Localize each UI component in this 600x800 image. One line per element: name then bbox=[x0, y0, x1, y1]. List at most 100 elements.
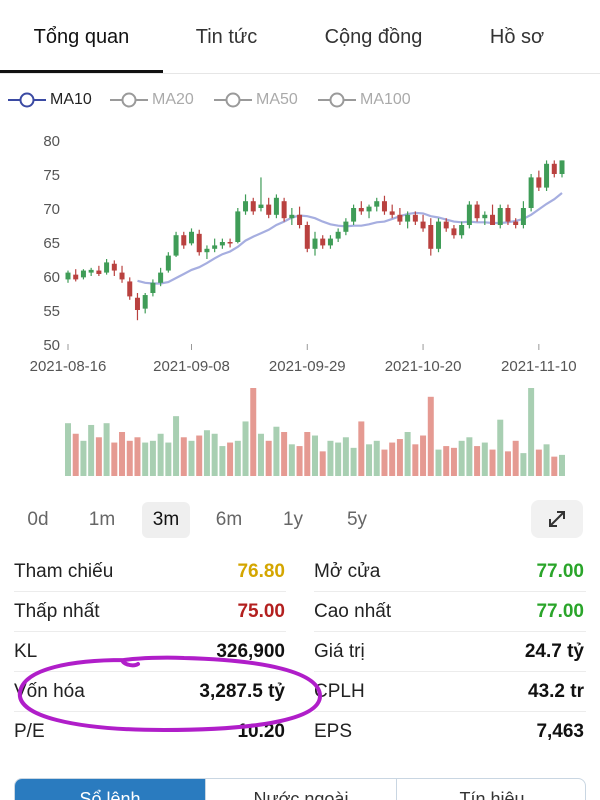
tab-tin-tuc[interactable]: Tin tức bbox=[163, 26, 290, 49]
candle bbox=[304, 221, 310, 253]
candle-body bbox=[212, 245, 218, 249]
stat-value-tham-chieu: 76.80 bbox=[237, 561, 285, 582]
tab-tong-quan[interactable]: Tổng quan bbox=[0, 26, 163, 49]
candle bbox=[258, 177, 264, 212]
volume-series bbox=[65, 388, 565, 476]
candle bbox=[366, 204, 372, 219]
candle-body bbox=[165, 255, 171, 271]
range-0d[interactable]: 0d bbox=[14, 502, 62, 538]
x-tick-label: 2021-10-20 bbox=[385, 358, 462, 375]
stat-label: Tham chiếu bbox=[14, 561, 114, 582]
candle-body bbox=[366, 206, 372, 212]
y-tick-label: 50 bbox=[43, 337, 60, 354]
ma20-label: MA20 bbox=[152, 91, 194, 108]
candle bbox=[451, 225, 457, 239]
stat-value-gia-tri: 24.7 tỷ bbox=[524, 641, 584, 662]
candle bbox=[204, 245, 210, 259]
volume-bar bbox=[350, 447, 357, 476]
volume-bar bbox=[219, 446, 226, 476]
candle bbox=[343, 218, 349, 236]
candle-body bbox=[520, 208, 526, 225]
active-tab-indicator bbox=[0, 70, 163, 73]
range-3m[interactable]: 3m bbox=[142, 502, 190, 538]
volume-bar bbox=[95, 437, 102, 476]
candle bbox=[528, 174, 534, 212]
x-tick-label: 2021-08-16 bbox=[30, 358, 107, 375]
candle-body bbox=[528, 177, 534, 208]
candle-body bbox=[559, 160, 565, 174]
tab-so-lenh[interactable]: Sổ lệnh bbox=[15, 779, 205, 800]
candle bbox=[559, 160, 565, 178]
stats-row: Tham chiếu 76.80 Mở cửa 77.00 bbox=[0, 552, 600, 592]
stat-value-cao-nhat: 77.00 bbox=[536, 601, 584, 622]
tab-ho-so[interactable]: Hồ sơ bbox=[457, 26, 577, 49]
candle bbox=[127, 277, 133, 300]
y-tick-label: 65 bbox=[43, 235, 60, 252]
candle-body bbox=[443, 221, 449, 229]
ma20-toggle[interactable]: MA20 bbox=[110, 86, 194, 114]
tab-tin-hieu[interactable]: Tín hiệu bbox=[397, 779, 585, 800]
ma50-toggle[interactable]: MA50 bbox=[214, 86, 298, 114]
candle-body bbox=[536, 177, 542, 188]
volume-bar bbox=[203, 430, 210, 476]
tab-cong-dong[interactable]: Cộng đồng bbox=[290, 26, 457, 49]
range-5y[interactable]: 5y bbox=[333, 502, 381, 538]
ma10-toggle[interactable]: MA10 bbox=[8, 86, 92, 114]
volume-bar bbox=[281, 432, 288, 476]
y-tick-label: 55 bbox=[43, 303, 60, 320]
candle bbox=[150, 279, 156, 297]
x-tick-label: 2021-11-10 bbox=[501, 358, 577, 375]
price-chart[interactable]: 50556065707580 2021-08-16 2021-09-08 2021-… bbox=[0, 120, 600, 492]
candle-body bbox=[235, 211, 241, 242]
candle bbox=[320, 235, 326, 249]
candle bbox=[65, 270, 71, 283]
volume-bar bbox=[149, 440, 156, 476]
volume-bar bbox=[404, 432, 411, 476]
candle bbox=[235, 208, 241, 244]
candle-body bbox=[158, 272, 164, 283]
volume-bar bbox=[474, 446, 481, 476]
candle bbox=[250, 197, 256, 215]
volume-bar bbox=[396, 439, 403, 476]
stat-label: CPLH bbox=[314, 681, 365, 702]
tab-nuoc-ngoai[interactable]: Nước ngoài bbox=[206, 779, 396, 800]
x-tick-label: 2021-09-29 bbox=[269, 358, 346, 375]
ma100-toggle[interactable]: MA100 bbox=[318, 86, 411, 114]
candle-body bbox=[320, 238, 326, 246]
stat-label: P/E bbox=[14, 721, 45, 742]
volume-bar bbox=[512, 440, 519, 476]
range-1y[interactable]: 1y bbox=[269, 502, 317, 538]
volume-bar bbox=[134, 437, 141, 476]
volume-bar bbox=[528, 388, 535, 476]
ma100-line-icon bbox=[318, 92, 356, 108]
volume-bar bbox=[88, 424, 95, 476]
range-6m[interactable]: 6m bbox=[205, 502, 253, 538]
fullscreen-button[interactable] bbox=[531, 500, 583, 538]
candle bbox=[243, 194, 249, 215]
volume-bar bbox=[157, 433, 164, 476]
stat-label: Vốn hóa bbox=[14, 681, 85, 702]
candle-body bbox=[490, 214, 496, 225]
candle-body bbox=[412, 214, 418, 222]
candle-body bbox=[405, 214, 411, 222]
stat-value-kl: 326,900 bbox=[216, 641, 285, 662]
stat-label: Mở cửa bbox=[314, 561, 381, 582]
range-1m[interactable]: 1m bbox=[78, 502, 126, 538]
volume-bar bbox=[111, 442, 118, 476]
volume-bar bbox=[180, 437, 187, 476]
bottom-tabs: Sổ lệnh Nước ngoài Tín hiệu bbox=[14, 778, 586, 800]
volume-bar bbox=[335, 442, 342, 476]
candle-body bbox=[335, 231, 341, 239]
volume-bar bbox=[381, 449, 388, 476]
candle bbox=[165, 252, 171, 273]
candle bbox=[80, 269, 86, 280]
volume-bar bbox=[126, 440, 133, 476]
y-axis: 50 55 60 65 70 75 80 bbox=[43, 133, 60, 354]
volume-bar bbox=[520, 453, 527, 476]
candle bbox=[551, 160, 557, 178]
volume-bar bbox=[80, 440, 87, 476]
candle bbox=[96, 265, 102, 276]
candle-body bbox=[204, 248, 210, 253]
candle-body bbox=[250, 201, 256, 212]
candle-body bbox=[451, 228, 457, 236]
